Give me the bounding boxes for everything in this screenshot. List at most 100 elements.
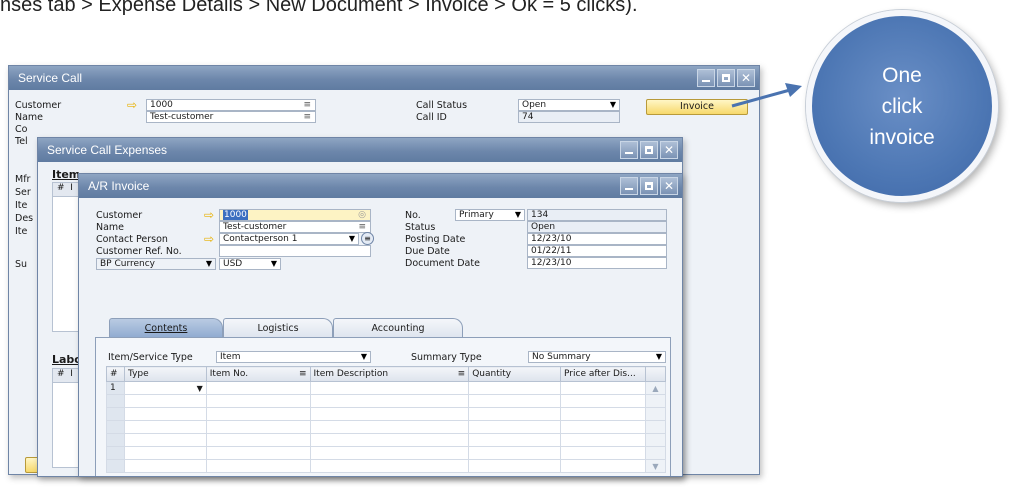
- summary-type-label: Summary Type: [411, 352, 482, 363]
- one-click-invoice-callout: One click invoice: [806, 10, 998, 202]
- caption-text: nses tab > Expense Details > New Documen…: [0, 0, 638, 16]
- window-title: Service Call: [18, 71, 83, 85]
- table-row[interactable]: [106, 446, 666, 460]
- contact-label-partial: Co: [15, 124, 28, 135]
- posting-date-field[interactable]: 12/23/10: [527, 233, 667, 245]
- document-date-field[interactable]: 12/23/10: [527, 257, 667, 269]
- contact-person-select[interactable]: Contactperson 1 ▼: [219, 233, 359, 245]
- call-status-select[interactable]: Open ▼: [518, 99, 620, 111]
- list-icon: ≡: [303, 112, 311, 122]
- name-label: Name: [15, 112, 44, 123]
- close-icon[interactable]: ✕: [660, 177, 678, 195]
- scroll-up-icon[interactable]: ▲: [645, 381, 666, 395]
- table-row[interactable]: [106, 433, 666, 447]
- customer-label: Customer: [96, 210, 143, 221]
- list-icon: ≡: [358, 222, 366, 232]
- tab-accounting[interactable]: Accounting: [333, 318, 463, 338]
- table-row[interactable]: ▼: [106, 459, 666, 473]
- document-date-label: Document Date: [405, 258, 480, 269]
- ar-invoice-window: A/R Invoice ✕ Customer ⇨ 1000 ◎ Name Test…: [78, 173, 683, 477]
- list-icon: ≡: [303, 100, 311, 110]
- callout-line-3: invoice: [869, 125, 935, 149]
- link-arrow-icon[interactable]: ⇨: [204, 209, 219, 221]
- dropdown-arrow-icon: ▼: [655, 352, 662, 361]
- name-field[interactable]: Test-customer ≡: [219, 221, 371, 233]
- due-date-field[interactable]: 01/22/11: [527, 245, 667, 257]
- table-row[interactable]: [106, 394, 666, 408]
- maximize-icon[interactable]: [640, 141, 658, 159]
- item-label-partial: Ite: [15, 200, 28, 211]
- dropdown-arrow-icon: ▼: [514, 210, 521, 219]
- column-header-item-no[interactable]: Item No. ≡: [205, 366, 311, 382]
- items-section-label: Item: [52, 168, 81, 181]
- dropdown-arrow-icon: ▼: [609, 100, 616, 109]
- currency-select[interactable]: USD ▼: [219, 258, 281, 270]
- due-date-label: Due Date: [405, 246, 450, 257]
- price-cell[interactable]: [560, 381, 646, 395]
- summary-type-select[interactable]: No Summary ▼: [528, 351, 666, 363]
- column-header-quantity[interactable]: Quantity: [468, 366, 562, 382]
- scroll-down-icon[interactable]: ▼: [645, 459, 666, 473]
- contact-person-label: Contact Person: [96, 234, 168, 245]
- window-title: Service Call Expenses: [47, 143, 168, 157]
- column-header-row-number[interactable]: #: [106, 366, 125, 382]
- column-header-scroll: [645, 366, 666, 382]
- tab-logistics[interactable]: Logistics: [223, 318, 333, 338]
- minimize-icon[interactable]: [620, 141, 638, 159]
- call-id-field[interactable]: 74: [518, 111, 620, 123]
- item-no-cell[interactable]: [205, 381, 311, 395]
- posting-date-label: Posting Date: [405, 234, 466, 245]
- serial-label-partial: Ser: [15, 187, 31, 198]
- description-label-partial: Des: [15, 213, 34, 224]
- customer-ref-field[interactable]: [219, 245, 371, 257]
- document-number-field[interactable]: 134: [527, 209, 667, 221]
- name-field[interactable]: Test-customer ≡: [146, 111, 316, 123]
- dropdown-arrow-icon: ▼: [205, 259, 212, 268]
- status-field[interactable]: Open: [527, 221, 667, 233]
- column-header-item-description[interactable]: Item Description ≡: [309, 366, 470, 382]
- window-title: A/R Invoice: [88, 179, 150, 193]
- contents-tab-panel: Item/Service Type Item ▼ Summary Type No …: [95, 337, 671, 476]
- customer-field[interactable]: 1000 ◎: [219, 209, 371, 221]
- contact-details-icon[interactable]: ≡: [361, 232, 374, 245]
- column-header-price-after-discount[interactable]: Price after Dis...: [560, 366, 646, 382]
- column-header-type[interactable]: Type: [123, 366, 207, 382]
- document-lines-table[interactable]: # Type Item No. ≡ Item Description ≡ Quant…: [106, 366, 666, 473]
- list-icon: ≡: [457, 369, 466, 379]
- item-description-cell[interactable]: [309, 381, 470, 395]
- customer-label: Customer: [15, 100, 62, 111]
- callout-line-2: click: [881, 94, 923, 118]
- expenses-titlebar[interactable]: Service Call Expenses ✕: [38, 138, 682, 162]
- series-select[interactable]: Primary ▼: [455, 209, 525, 221]
- list-icon: ≡: [298, 369, 307, 379]
- table-row[interactable]: 1 ▼ ▲: [106, 381, 666, 395]
- quantity-cell[interactable]: [468, 381, 562, 395]
- status-label: Status: [405, 222, 436, 233]
- table-row[interactable]: [106, 420, 666, 434]
- item-group-label-partial: Ite: [15, 226, 28, 237]
- tab-contents[interactable]: Contents: [109, 318, 223, 338]
- service-call-titlebar[interactable]: Service Call ✕: [9, 66, 759, 90]
- choose-from-list-icon: ◎: [358, 210, 366, 220]
- bp-currency-select[interactable]: BP Currency ▼: [96, 258, 216, 270]
- customer-ref-label: Customer Ref. No.: [96, 246, 182, 257]
- item-service-type-select[interactable]: Item ▼: [216, 351, 371, 363]
- minimize-icon[interactable]: [697, 69, 715, 87]
- dropdown-arrow-icon: ▼: [360, 352, 367, 361]
- telephone-label-partial: Tel: [15, 136, 28, 147]
- link-arrow-icon[interactable]: ⇨: [127, 99, 142, 111]
- table-row[interactable]: [106, 407, 666, 421]
- customer-field[interactable]: 1000 ≡: [146, 99, 316, 111]
- type-cell[interactable]: ▼: [123, 381, 207, 395]
- mfr-label-partial: Mfr: [15, 174, 31, 185]
- number-label: No.: [405, 210, 421, 221]
- invoice-titlebar[interactable]: A/R Invoice ✕: [79, 174, 682, 198]
- callout-arrow: [731, 83, 802, 108]
- dropdown-arrow-icon: ▼: [348, 234, 355, 243]
- callout-line-1: One: [882, 63, 922, 87]
- close-icon[interactable]: ✕: [660, 141, 678, 159]
- maximize-icon[interactable]: [640, 177, 658, 195]
- link-arrow-icon[interactable]: ⇨: [204, 233, 219, 245]
- item-service-type-label: Item/Service Type: [108, 352, 193, 363]
- minimize-icon[interactable]: [620, 177, 638, 195]
